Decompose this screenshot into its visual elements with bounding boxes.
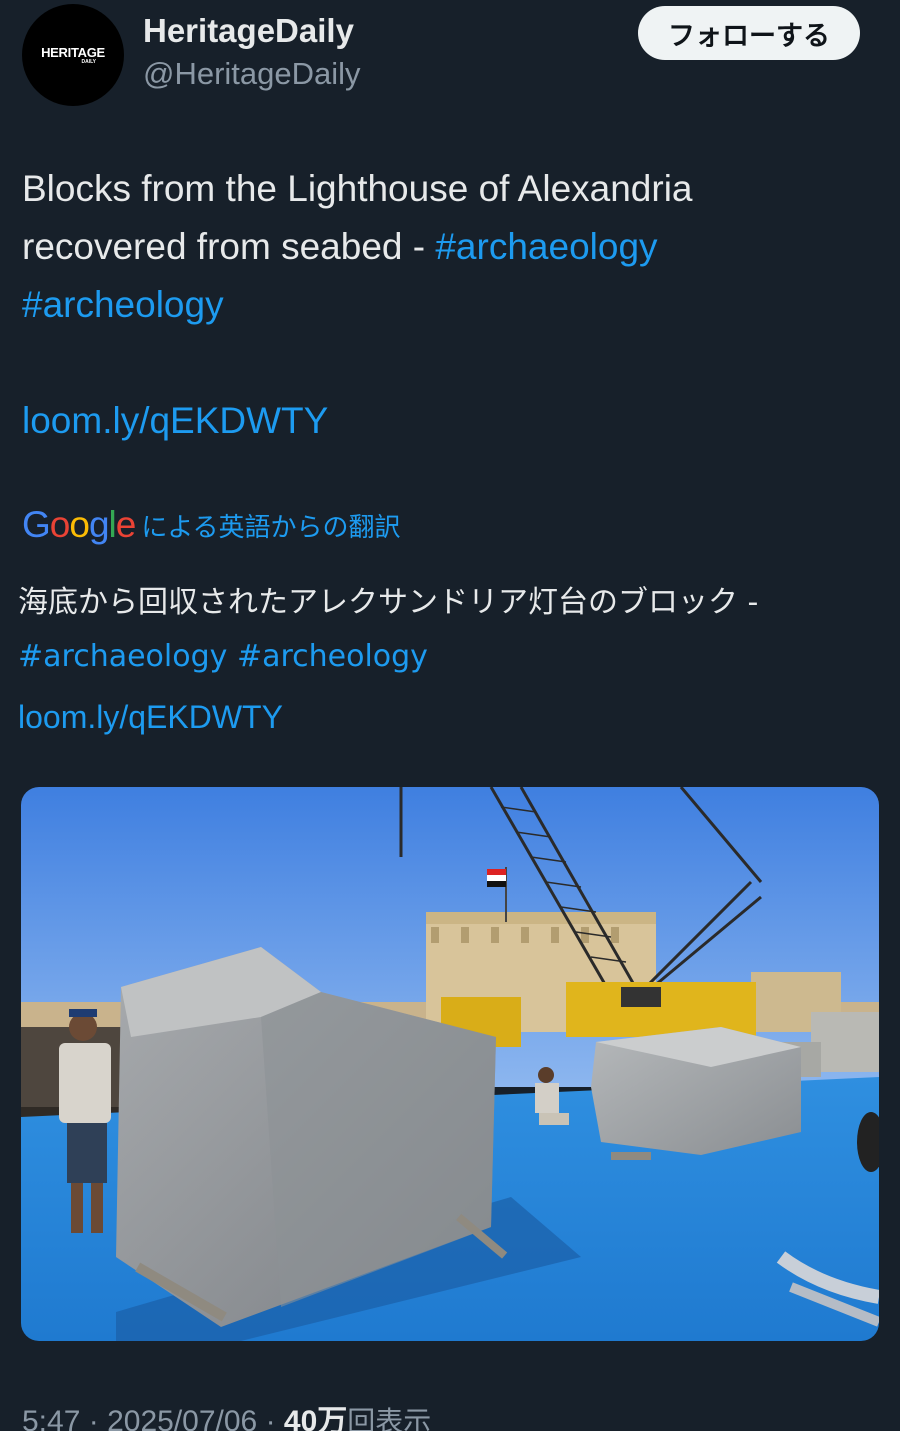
- tweet: HERITAGE DAILY HeritageDaily @HeritageDa…: [0, 0, 900, 1431]
- translated-hashtag-archeology[interactable]: #archeology: [237, 639, 428, 674]
- post-meta: 5:47 · 2025/07/06 · 40万回表示: [22, 1396, 431, 1431]
- meta-separator: ·: [88, 1405, 99, 1431]
- translation-label[interactable]: による英語からの翻訳: [141, 507, 400, 544]
- translation-attribution[interactable]: Google による英語からの翻訳: [22, 502, 401, 548]
- translated-link[interactable]: loom.ly/qEKDWTY: [18, 690, 283, 744]
- hashtag-archeology[interactable]: #archeology: [22, 284, 224, 325]
- display-name[interactable]: HeritageDaily: [143, 12, 354, 50]
- google-logo: Google: [22, 504, 136, 545]
- post-text: Blocks from the Lighthouse of Alexandria…: [22, 160, 842, 334]
- views-label: 回表示: [347, 1405, 432, 1431]
- post-date[interactable]: 2025/07/06: [107, 1405, 257, 1431]
- views-count[interactable]: 40万: [284, 1405, 347, 1431]
- translated-text-body: 海底から回収されたアレクサンドリア灯台のブロック -: [18, 585, 759, 620]
- post-photo[interactable]: [21, 787, 879, 1341]
- avatar[interactable]: HERITAGE DAILY: [22, 4, 124, 106]
- translated-text: 海底から回収されたアレクサンドリア灯台のブロック - #archaeology #…: [18, 576, 878, 684]
- post-time[interactable]: 5:47: [22, 1405, 80, 1431]
- translated-hashtag-archaeology[interactable]: #archaeology: [18, 639, 227, 674]
- avatar-logo-subtext: DAILY: [81, 58, 96, 65]
- photo-illustration: [21, 787, 879, 1341]
- follow-button[interactable]: フォローする: [638, 6, 860, 60]
- hashtag-archaeology[interactable]: #archaeology: [435, 226, 657, 267]
- post-link[interactable]: loom.ly/qEKDWTY: [22, 392, 328, 450]
- avatar-logo-text: HERITAGE: [41, 44, 105, 60]
- meta-separator-2: ·: [265, 1405, 276, 1431]
- user-handle[interactable]: @HeritageDaily: [143, 56, 361, 92]
